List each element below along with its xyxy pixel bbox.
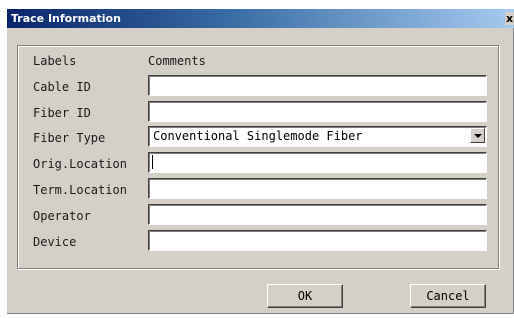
fiber-type-select[interactable]: Conventional Singlemode Fiber — [148, 126, 487, 147]
fiber-id-label: Fiber ID — [33, 106, 91, 120]
cable-id-field[interactable] — [148, 75, 487, 96]
close-icon[interactable]: x — [505, 12, 514, 25]
orig-location-label: Orig.Location — [33, 157, 127, 171]
dialog-title: Trace Information — [11, 12, 121, 25]
fiber-type-selected-value: Conventional Singlemode Fiber — [153, 129, 363, 143]
labels-column-header: Labels — [33, 54, 77, 68]
operator-label: Operator — [33, 209, 91, 223]
fiber-id-field[interactable] — [148, 101, 487, 122]
fiber-type-dropdown-button[interactable] — [470, 128, 485, 143]
operator-field[interactable] — [148, 204, 487, 225]
term-location-field[interactable] — [148, 178, 487, 199]
chevron-down-icon — [474, 134, 482, 138]
fiber-type-label: Fiber Type — [33, 131, 106, 145]
comments-column-header: Comments — [148, 54, 206, 68]
term-location-label: Term.Location — [33, 183, 127, 197]
cable-id-label: Cable ID — [33, 80, 91, 94]
title-bar[interactable]: Trace Information x — [7, 9, 514, 28]
orig-location-field[interactable] — [148, 152, 487, 173]
device-label: Device — [33, 235, 77, 249]
ok-button[interactable]: OK — [267, 284, 343, 308]
cancel-button[interactable]: Cancel — [410, 284, 486, 308]
device-field[interactable] — [148, 230, 487, 251]
text-caret — [152, 155, 153, 169]
trace-information-dialog: Trace Information x Labels Comments Cabl… — [7, 9, 514, 314]
